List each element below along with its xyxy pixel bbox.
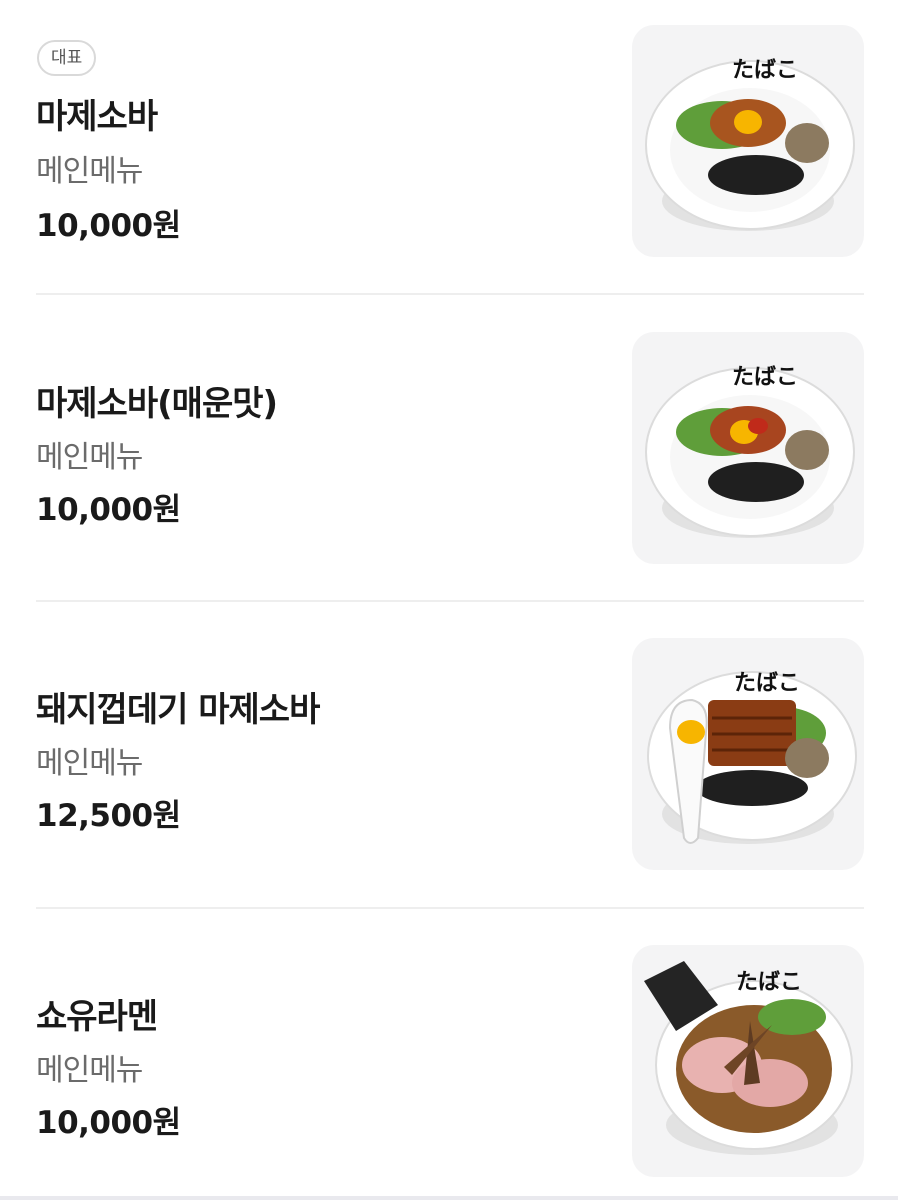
menu-item-name: 돼지껍데기 마제소바: [36, 690, 320, 730]
menu-item-price: 10,000원: [36, 492, 181, 528]
spicy-mazesoba-bowl-icon[interactable]: たばこ: [632, 332, 864, 564]
svg-text:たばこ: たばこ: [732, 57, 798, 83]
menu-item-price: 10,000원: [36, 1105, 181, 1141]
menu-item-category: 메인메뉴: [36, 154, 143, 189]
mazesoba-bowl-icon[interactable]: たばこ: [632, 25, 864, 257]
svg-text:たばこ: たばこ: [734, 670, 800, 696]
shoyu-ramen-bowl-icon[interactable]: たばこ: [632, 945, 864, 1177]
menu-item-mazesoba[interactable]: 대표 마제소바 메인메뉴 10,000원 たばこ: [36, 25, 864, 257]
menu-item-spicy-mazesoba[interactable]: 마제소바(매운맛) 메인메뉴 10,000원 たばこ: [36, 332, 864, 564]
menu-item-pork-skin-mazesoba[interactable]: 돼지껍데기 마제소바 메인메뉴 12,500원 たばこ: [36, 638, 864, 870]
pork-skin-mazesoba-bowl-icon[interactable]: たばこ: [632, 638, 864, 870]
divider: [36, 907, 864, 909]
svg-text:たばこ: たばこ: [732, 364, 798, 390]
divider: [36, 293, 864, 295]
menu-item-text: 마제소바(매운맛) 메인메뉴 10,000원: [36, 332, 596, 564]
menu-item-shoyu-ramen[interactable]: 쇼유라멘 메인메뉴 10,000원 たばこ: [36, 945, 864, 1177]
menu-item-text: 쇼유라멘 메인메뉴 10,000원: [36, 945, 596, 1177]
divider: [36, 600, 864, 602]
menu-item-name: 마제소바(매운맛): [36, 384, 278, 424]
menu-item-category: 메인메뉴: [36, 1053, 143, 1088]
svg-text:たばこ: たばこ: [736, 969, 802, 995]
menu-item-price: 10,000원: [36, 208, 181, 244]
menu-item-text: 돼지껍데기 마제소바 메인메뉴 12,500원: [36, 638, 596, 870]
menu-item-price: 12,500원: [36, 798, 181, 834]
bottom-edge: [0, 1196, 898, 1200]
menu-item-category: 메인메뉴: [36, 440, 143, 475]
menu-item-category: 메인메뉴: [36, 746, 143, 781]
menu-item-text: 대표 마제소바 메인메뉴 10,000원: [36, 25, 596, 257]
signature-badge: 대표: [37, 40, 97, 76]
menu-item-name: 쇼유라멘: [36, 997, 158, 1037]
menu-item-name: 마제소바: [36, 97, 158, 137]
